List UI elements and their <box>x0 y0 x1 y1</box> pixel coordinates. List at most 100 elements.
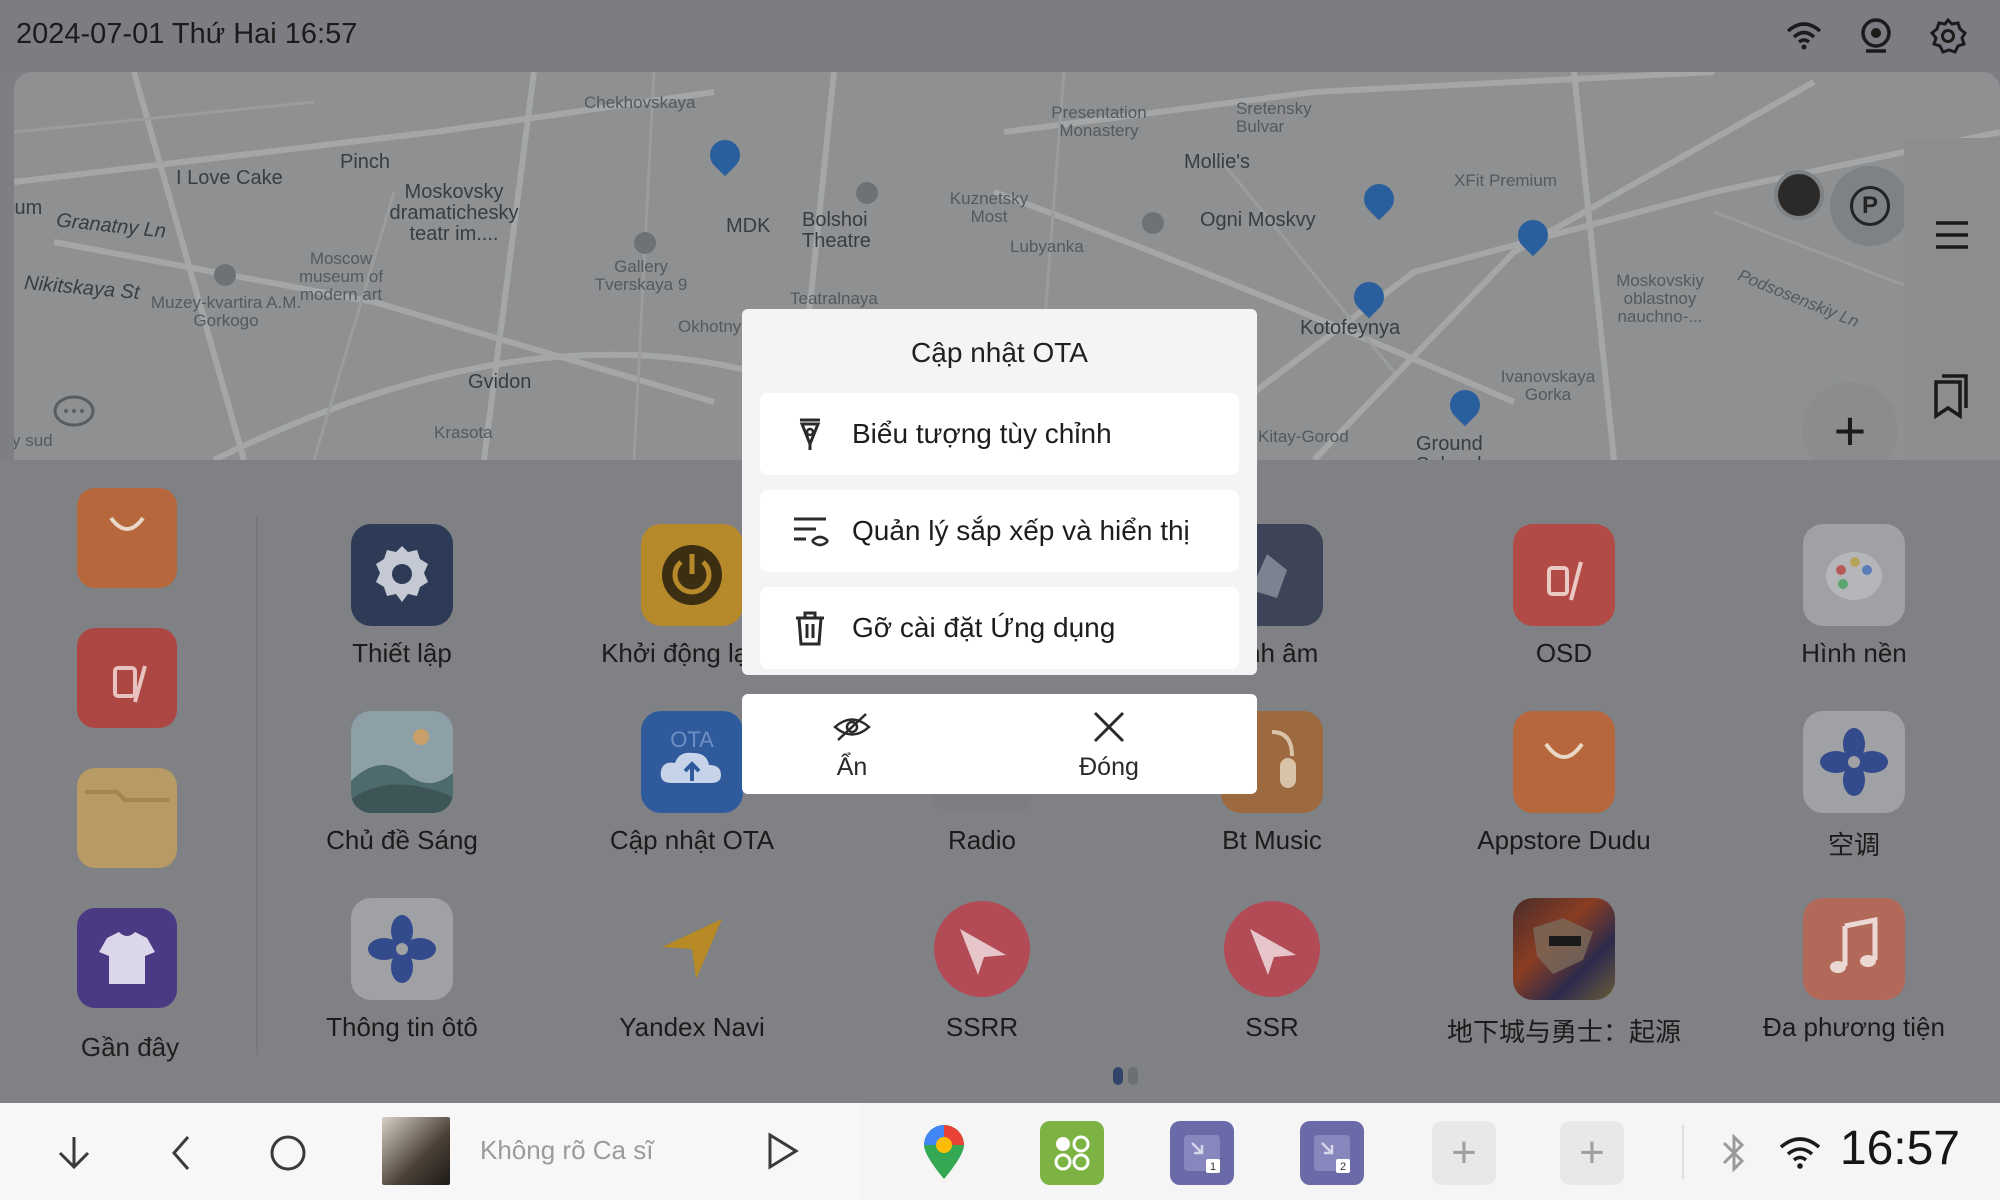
page-dot-active[interactable] <box>1113 1067 1123 1085</box>
pen-nib-icon <box>799 418 821 450</box>
app-car-info[interactable]: Thông tin ôtô <box>282 898 522 1043</box>
bluetooth-icon[interactable] <box>1716 1133 1752 1173</box>
app-label: Thiết lập <box>352 638 452 668</box>
map-label: Sretensky Bulvar <box>1236 99 1312 136</box>
add-shortcut-button[interactable]: + <box>1432 1121 1496 1185</box>
app-label: Appstore Dudu <box>1477 825 1651 855</box>
app-multimedia[interactable]: Đa phương tiện <box>1734 898 1974 1043</box>
recent-files[interactable] <box>77 768 177 868</box>
recent-label: Gần đây <box>80 1032 180 1062</box>
app-context-menu: Cập nhật OTA Biểu tượng tùy chỉnh Quản l… <box>742 309 1257 675</box>
app-settings[interactable]: Thiết lập <box>282 524 522 669</box>
navigation-arrow-icon <box>641 898 743 1000</box>
recent-app-store[interactable] <box>77 488 177 588</box>
recent-theme-shirt[interactable] <box>77 908 177 1008</box>
camera-icon[interactable] <box>1854 14 1898 58</box>
app-osd[interactable]: OSD <box>1444 524 1684 669</box>
add-shortcut-button[interactable]: + <box>1560 1121 1624 1185</box>
option-label: Quản lý sắp xếp và hiển thị <box>852 515 1190 546</box>
trash-icon <box>796 611 824 646</box>
fuel-gauge-icon <box>1513 524 1615 626</box>
sort-list-icon <box>794 517 829 547</box>
map-label: XFit Premium <box>1454 171 1557 190</box>
app-light-theme[interactable]: Chủ đề Sáng <box>282 711 522 856</box>
app-air-conditioning[interactable]: 空调 <box>1734 711 1974 862</box>
bookmark-icon[interactable] <box>1928 372 1972 422</box>
map-label: Teatralnaya <box>790 289 878 308</box>
page-dot[interactable] <box>1128 1067 1138 1085</box>
app-label: Yandex Navi <box>619 1012 765 1042</box>
back-button[interactable] <box>154 1125 210 1181</box>
recent-osd[interactable] <box>77 628 177 728</box>
settings-icon[interactable] <box>1926 14 1970 58</box>
media-artist: Không rõ Ca sĩ <box>480 1135 654 1165</box>
shopping-bag-icon <box>1513 711 1615 813</box>
manage-sort-display-option[interactable]: Quản lý sắp xếp và hiển thị <box>760 490 1239 572</box>
landscape-icon <box>351 711 453 813</box>
music-note-icon <box>1803 898 1905 1000</box>
app-yandex-navi[interactable]: Yandex Navi <box>572 898 812 1043</box>
map-label: Ground Solyanka <box>1416 433 1498 461</box>
uninstall-app-option[interactable]: Gỡ cài đặt Ứng dụng <box>760 587 1239 669</box>
status-datetime: 2024-07-01 Thứ Hai 16:57 <box>16 18 358 50</box>
split-screen-2-shortcut[interactable]: 2 <box>1300 1121 1364 1185</box>
play-icon[interactable] <box>760 1129 804 1173</box>
map-label: Lubyanka <box>1010 237 1084 256</box>
page-indicator[interactable] <box>1113 1067 1138 1085</box>
svg-text:OTA: OTA <box>670 727 714 752</box>
split-screen-1-shortcut[interactable]: 1 <box>1170 1121 1234 1185</box>
map-poi-icon[interactable] <box>634 232 656 254</box>
settings-gear-icon <box>351 524 453 626</box>
album-art[interactable] <box>382 1117 450 1185</box>
app-appstore-dudu[interactable]: Appstore Dudu <box>1444 711 1684 856</box>
power-icon <box>641 524 743 626</box>
map-label: Gvidon <box>468 371 532 393</box>
map-label: Gallery Tverskaya 9 <box>594 257 688 294</box>
apps-grid-shortcut[interactable] <box>1040 1121 1104 1185</box>
map-label: I Love Cake <box>176 167 283 189</box>
home-button[interactable] <box>260 1125 316 1181</box>
custom-icon-option[interactable]: Biểu tượng tùy chỉnh <box>760 393 1239 475</box>
menu-icon[interactable] <box>1924 207 1980 263</box>
arrow-down-icon <box>58 1137 90 1170</box>
close-button[interactable]: Đóng <box>1029 710 1189 782</box>
hide-button[interactable]: Ẩn <box>772 710 932 782</box>
context-menu-actions: Ẩn Đóng <box>742 694 1257 794</box>
hide-label: Ẩn <box>836 753 868 781</box>
shortcut-badge: 2 <box>1340 1161 1346 1173</box>
app-ssr[interactable]: SSR <box>1152 898 1392 1043</box>
map-label: Mollie's <box>1184 151 1251 173</box>
map-label: MDK <box>726 215 771 237</box>
maps-shortcut[interactable] <box>912 1121 976 1185</box>
map-poi-icon[interactable] <box>1142 212 1164 234</box>
map-label: Ivanovskaya Gorka <box>1500 367 1596 404</box>
fan-icon <box>351 898 453 1000</box>
map-label: ium <box>14 197 43 219</box>
chevron-left-icon <box>172 1136 190 1170</box>
window-shrink-icon: 2 <box>1314 1135 1350 1173</box>
app-label: Thông tin ôtô <box>326 1012 478 1042</box>
map-label: Moskovskiy oblastnoy nauchno-... <box>1616 271 1704 326</box>
app-label: Cập nhật OTA <box>609 825 775 855</box>
map-label: Chekhovskaya <box>584 93 696 112</box>
map-label: Kotofeynya <box>1300 317 1401 339</box>
shortcut-badge: 1 <box>1210 1161 1216 1173</box>
app-label: OSD <box>1535 638 1593 668</box>
app-ssrr[interactable]: SSRR <box>862 898 1102 1043</box>
chat-icon[interactable] <box>52 394 96 432</box>
collapse-button[interactable] <box>46 1125 102 1181</box>
map-poi-icon[interactable] <box>856 182 878 204</box>
map-poi-icon[interactable] <box>214 264 236 286</box>
app-dnf-origin[interactable]: 地下城与勇士：起源 <box>1444 898 1684 1049</box>
bar-divider <box>1682 1125 1684 1179</box>
user-location-avatar[interactable] <box>1774 170 1824 220</box>
option-label: Gỡ cài đặt Ứng dụng <box>852 612 1116 643</box>
app-label: Bt Music <box>1222 825 1322 855</box>
grid-circles-icon <box>1054 1135 1090 1171</box>
app-label: SSR <box>1245 1012 1299 1042</box>
cloud-upload-icon: OTA <box>641 711 743 813</box>
parking-button[interactable]: P <box>1830 166 1910 246</box>
app-wallpaper[interactable]: Hình nền <box>1734 524 1974 669</box>
wifi-icon[interactable] <box>1778 1135 1822 1171</box>
wifi-icon[interactable] <box>1782 14 1826 58</box>
